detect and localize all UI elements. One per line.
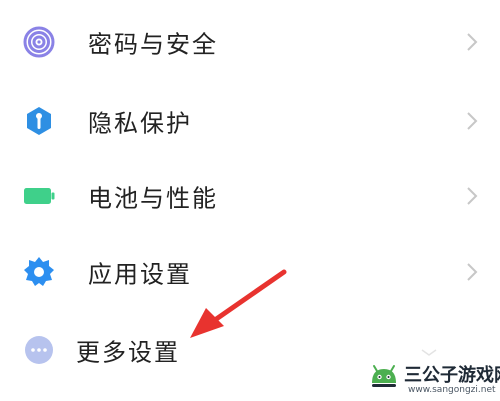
settings-item-privacy[interactable]: 隐私保护 [0,91,500,151]
watermark-url: www.sangongzi.net [408,385,496,395]
settings-item-label: 隐私保护 [88,109,192,138]
settings-item-label: 应用设置 [88,260,192,289]
chevron-right-icon [462,107,482,135]
privacy-shield-icon [22,104,56,138]
settings-item-app-settings[interactable]: 应用设置 [0,242,500,302]
fingerprint-icon [22,25,56,59]
chevron-right-icon [462,258,482,286]
watermark: 三公子游戏网 www.sangongzi.net [362,357,500,401]
settings-item-battery-performance[interactable]: 电池与性能 [0,166,500,226]
battery-icon [22,179,56,213]
watermark-title: 三公子游戏网 [404,365,500,386]
android-mascot-icon [368,361,400,393]
gear-icon [22,255,56,289]
settings-item-password-security[interactable]: 密码与安全 [0,12,500,72]
settings-item-label: 电池与性能 [88,184,218,213]
chevron-down-icon [419,343,439,356]
settings-list: 密码与安全 隐私保护 电池与性能 应用设置 更多设置 [0,0,500,401]
settings-item-label: 密码与安全 [88,30,218,59]
chevron-right-icon [462,182,482,210]
settings-item-label: 更多设置 [76,338,180,367]
chevron-right-icon [462,28,482,56]
more-dots-icon [22,333,56,367]
